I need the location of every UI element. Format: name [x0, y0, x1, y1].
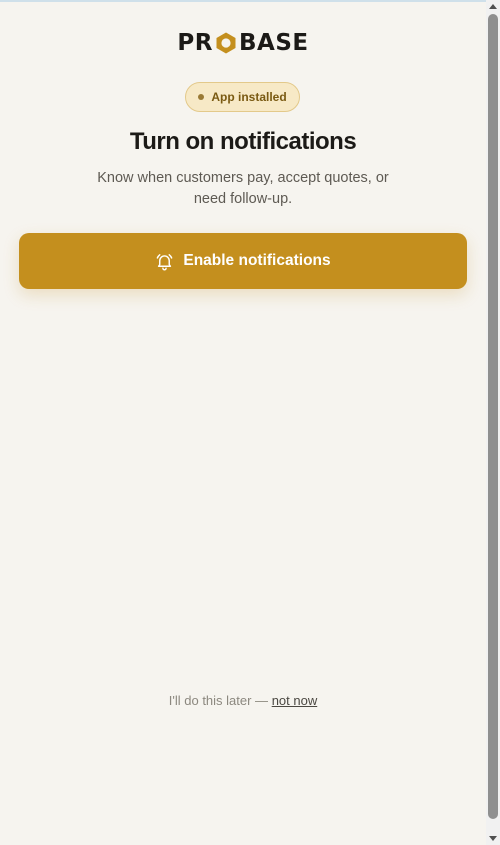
probase-logo: PR BASE: [0, 30, 486, 56]
notifications-page: PR BASE App installed Turn on notificati…: [0, 0, 486, 845]
logo-text-left: PR: [177, 30, 213, 56]
badge-label: App installed: [211, 90, 287, 104]
page-subtitle: Know when customers pay, accept quotes, …: [97, 170, 389, 207]
status-dot-icon: [198, 94, 205, 100]
vertical-scrollbar[interactable]: [486, 0, 500, 845]
logo-text-right: BASE: [238, 30, 309, 56]
scrollbar-thumb[interactable]: [488, 14, 498, 819]
later-prefix: I'll do this later —: [168, 693, 272, 708]
page-title: Turn on notifications: [129, 128, 357, 155]
later-prompt: I'll do this later — not now: [0, 693, 486, 708]
hexagon-logo-icon: [216, 32, 236, 54]
enable-notifications-button[interactable]: Enable notifications: [19, 233, 467, 289]
scroll-up-arrow-icon[interactable]: [489, 4, 497, 9]
enable-button-label: Enable notifications: [183, 252, 331, 269]
app-installed-badge: App installed: [185, 82, 300, 112]
bell-icon: [157, 253, 173, 270]
not-now-link[interactable]: not now: [272, 693, 318, 708]
scroll-down-arrow-icon[interactable]: [489, 836, 497, 841]
